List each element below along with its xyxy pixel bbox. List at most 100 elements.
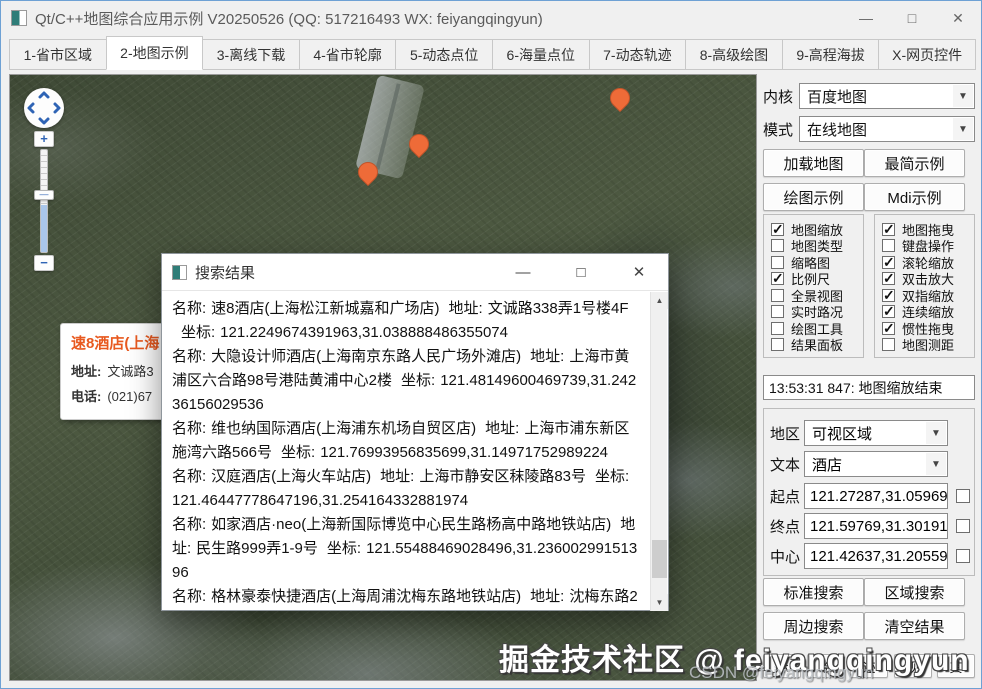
zoom-in-button[interactable]: + [34, 131, 54, 147]
tab[interactable]: 9-高程海拔 [781, 39, 880, 70]
tab[interactable]: 3-离线下载 [202, 39, 300, 70]
checkbox[interactable] [882, 239, 895, 253]
checkbox[interactable] [771, 338, 784, 352]
checkbox[interactable] [771, 288, 784, 302]
checkbox-row[interactable]: 滚轮缩放 [882, 254, 974, 271]
text-label: 文本 [770, 456, 801, 474]
checkbox[interactable] [882, 320, 895, 337]
checkbox[interactable] [771, 305, 784, 319]
checkbox[interactable] [771, 255, 784, 269]
minimize-icon[interactable]: — [843, 1, 889, 35]
checkbox[interactable] [882, 287, 895, 304]
checkbox-row[interactable]: 键盘操作 [882, 238, 974, 254]
tab[interactable]: 5-动态点位 [395, 39, 493, 70]
hotel-name: 汉庭酒店(上海火车站店) [211, 468, 372, 485]
dialog-minimize-icon[interactable]: — [494, 254, 552, 290]
action-button[interactable]: Mdi示例 [864, 183, 965, 211]
checkbox-row[interactable]: 地图类型 [771, 238, 863, 254]
checkbox-row[interactable]: 连续缩放 [882, 303, 974, 320]
checkbox-row[interactable]: 地图拖曳 [882, 221, 974, 238]
zoom-out-button[interactable]: − [34, 255, 54, 271]
scroll-up-icon[interactable]: ▲ [651, 292, 668, 309]
checkbox-row[interactable]: 全景视图 [771, 287, 863, 304]
mini-button[interactable]: 绘 [806, 654, 845, 678]
tab[interactable]: 4-省市轮廓 [298, 39, 397, 70]
checkbox-row[interactable]: 双指缩放 [882, 287, 974, 304]
center-checkbox[interactable] [956, 549, 970, 563]
close-icon[interactable]: ✕ [935, 1, 981, 35]
search-button[interactable]: 清空结果 [864, 612, 965, 640]
zoom-slider-track[interactable]: — [34, 149, 54, 253]
checkbox[interactable] [882, 221, 895, 238]
checkbox[interactable] [882, 270, 895, 287]
kernel-select[interactable]: 百度地图 ▼ [799, 83, 975, 109]
tab[interactable]: 6-海量点位 [491, 39, 590, 70]
tab-label: 8-高级绘图 [699, 46, 769, 63]
mini-button[interactable]: 视 [893, 654, 932, 678]
end-input[interactable]: 121.59769,31.30191 [804, 513, 948, 539]
checkbox-label: 结果面板 [791, 338, 844, 354]
result-entry: 名称: 大隐设计师酒店(上海南京东路人民广场外滩店) 地址: 上海市黄浦区六合路98号… [172, 348, 636, 413]
hotel-name: 格林豪泰快捷酒店(上海周浦沈梅东路地铁站店) [211, 588, 522, 605]
checkbox[interactable] [771, 321, 784, 335]
dialog-title-bar[interactable]: 搜索结果 — □ ✕ [162, 254, 668, 291]
checkbox-row[interactable]: 双击放大 [882, 270, 974, 287]
chevron-down-icon: ▼ [953, 85, 973, 107]
map-pin-icon[interactable] [608, 88, 630, 110]
search-results-list[interactable]: 名称: 速8酒店(上海松江新城嘉和广场店) 地址: 文诚路338弄1号楼4F坐标: 12… [162, 291, 668, 611]
region-select[interactable]: 可视区域 ▼ [804, 420, 948, 446]
mode-select[interactable]: 在线地图 ▼ [799, 116, 975, 142]
dialog-scrollbar[interactable]: ▲ ▼ [650, 292, 668, 611]
checkbox[interactable] [882, 254, 895, 271]
scroll-down-icon[interactable]: ▼ [651, 594, 668, 611]
hotel-coord: 121.46447778647196,31.254164332881974 [172, 492, 469, 509]
tab[interactable]: 1-省市区域 [9, 39, 107, 70]
action-button[interactable]: 绘图示例 [763, 183, 864, 211]
search-button[interactable]: 周边搜索 [763, 612, 864, 640]
end-checkbox[interactable] [956, 519, 970, 533]
map-pin-icon[interactable] [407, 134, 429, 156]
mini-button[interactable]: 迹 [850, 654, 888, 678]
search-button[interactable]: 区域搜索 [864, 578, 965, 606]
checkbox-row[interactable]: 实时路况 [771, 304, 863, 320]
checkbox-row[interactable]: 结果面板 [771, 337, 863, 354]
checkbox[interactable] [771, 270, 784, 287]
tab[interactable]: X-网页控件 [878, 39, 976, 70]
tab[interactable]: 8-高级绘图 [685, 39, 783, 70]
dialog-close-icon[interactable]: ✕ [610, 254, 668, 290]
search-button[interactable]: 标准搜索 [763, 578, 864, 606]
checkbox-row[interactable]: 惯性拖曳 [882, 320, 974, 337]
tab-label: 2-地图示例 [120, 45, 189, 61]
end-label: 终点 [770, 518, 801, 536]
end-row: 终点 121.59769,31.30191 [770, 513, 970, 539]
checkbox-row[interactable]: 地图缩放 [771, 221, 863, 238]
text-select[interactable]: 酒店 ▼ [804, 451, 948, 477]
action-button[interactable]: 加载地图 [763, 149, 864, 177]
status-message: 13:53:31 847: 地图缩放结束 [763, 375, 975, 400]
chevron-down-icon: ▼ [926, 453, 946, 475]
map-pin-icon[interactable] [356, 162, 378, 184]
checkbox[interactable] [882, 338, 895, 352]
checkbox[interactable] [771, 239, 784, 253]
dialog-maximize-icon[interactable]: □ [552, 254, 610, 290]
checkbox[interactable] [882, 303, 895, 320]
checkbox-row[interactable]: 地图测距 [882, 337, 974, 353]
start-checkbox[interactable] [956, 489, 970, 503]
tab-label: X-网页控件 [892, 46, 963, 63]
map-pan-control[interactable] [24, 88, 64, 128]
checkbox[interactable] [771, 221, 784, 238]
tab[interactable]: 2-地图示例 [105, 36, 204, 70]
checkbox-row[interactable]: 缩略图 [771, 254, 863, 271]
tab[interactable]: 7-动态轨迹 [588, 39, 687, 70]
start-input[interactable]: 121.27287,31.05969 [804, 483, 948, 509]
mini-button[interactable]: 其 [937, 654, 975, 678]
checkbox-row[interactable]: 比例尺 [771, 270, 863, 287]
mini-button[interactable]: 标 [763, 654, 801, 678]
center-input[interactable]: 121.42637,31.20559 [804, 543, 948, 569]
action-button[interactable]: 最简示例 [864, 149, 965, 177]
zoom-slider-handle[interactable]: — [34, 190, 54, 200]
checkbox-group-right: 地图拖曳 键盘操作 滚轮缩放 双击放大 [874, 214, 975, 358]
scrollbar-thumb[interactable] [652, 540, 667, 578]
maximize-icon[interactable]: □ [889, 1, 935, 35]
checkbox-row[interactable]: 绘图工具 [771, 320, 863, 337]
